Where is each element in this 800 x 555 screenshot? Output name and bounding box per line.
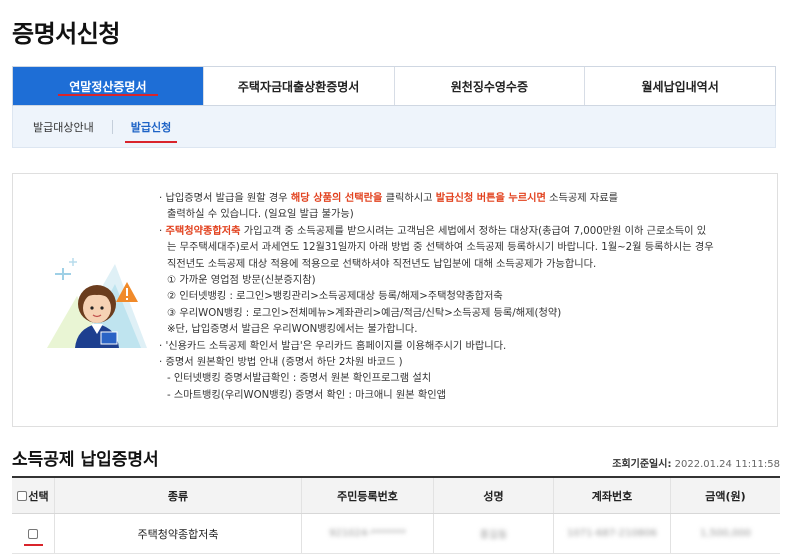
subtab-issue-target-guide[interactable]: 발급대상안내 (33, 119, 94, 135)
header-rrn: 주민등록번호 (301, 478, 433, 513)
notice-line: 직전년도 소득공제 대상 적용에 적용으로 선택하셔야 직전년도 납입분에 대해… (167, 258, 597, 270)
certificate-table: 선택 종류 주민등록번호 성명 계좌번호 금액(원) 주택청약종합저축 9210… (12, 476, 780, 554)
row-checkbox[interactable] (27, 528, 38, 539)
tab-label: 주택자금대출상환증명서 (237, 79, 360, 94)
header-select: 선택 (12, 478, 54, 513)
notice-line: · '신용카드 소득공제 확인서 발급'은 우리카드 홈페이지를 이용해주시기 … (159, 340, 507, 352)
row-rrn: 921024-******* (301, 514, 433, 553)
notice-text-segment: 가입고객 중 소득공제를 받으시려는 고객님은 세법에서 정하는 대상자(총급여… (240, 225, 707, 237)
tab-label: 연말정산증명서 (69, 79, 147, 94)
notice-line: ② 인터넷뱅킹 : 로그인>뱅킹관리>소득공제대상 등록/해제>주택청약종합저축 (167, 291, 503, 303)
active-underline (58, 94, 158, 96)
select-all-checkbox[interactable] (17, 490, 28, 501)
main-tabs: 연말정산증명서 주택자금대출상환증명서 원천징수영수증 월세납입내역서 (12, 66, 776, 106)
row-select (12, 514, 54, 553)
base-date-value: 2022.01.24 11:11:58 (674, 459, 780, 470)
notice-line: · 주택청약종합저축 가입고객 중 소득공제를 받으시려는 고객님은 세법에서 … (159, 224, 769, 240)
header-label: 선택 (28, 489, 49, 503)
subtab-label: 발급신청 (130, 120, 172, 134)
subtab-divider (111, 119, 113, 134)
table-header-row: 선택 종류 주민등록번호 성명 계좌번호 금액(원) (12, 478, 780, 514)
base-date: 조회기준일시: 2022.01.24 11:11:58 (612, 455, 780, 470)
row-name: 홍길동 (433, 514, 553, 553)
table-row: 주택청약종합저축 921024-******* 홍길동 1071-687-210… (12, 514, 780, 554)
row-account: 1071-687-210806 (553, 514, 670, 553)
tab-monthly-rent-statement[interactable]: 월세납입내역서 (584, 67, 775, 105)
header-name: 성명 (433, 478, 553, 513)
notice-line: ※단, 납입증명서 발급은 우리WON뱅킹에서는 불가합니다. (167, 324, 418, 336)
header-account: 계좌번호 (553, 478, 670, 513)
subtab-issue-request[interactable]: 발급신청 (124, 119, 178, 143)
masked-name: 홍길동 (479, 530, 508, 541)
base-date-label: 조회기준일시: (612, 459, 672, 470)
tab-year-end-certificate[interactable]: 연말정산증명서 (13, 67, 203, 105)
notice-line: ③ 우리WON뱅킹 : 로그인>전체메뉴>계좌관리>예금/적금/신탁>소득공제 … (167, 307, 562, 319)
page-title: 증명서신청 (12, 20, 120, 48)
tab-withholding-receipt[interactable]: 원천징수영수증 (393, 67, 585, 105)
checkbox-underline (23, 543, 43, 546)
active-underline (124, 140, 178, 143)
row-checkbox-wrap (23, 528, 43, 546)
header-type: 종류 (54, 478, 301, 513)
header-amount: 금액(원) (670, 478, 780, 513)
tab-label: 원천징수영수증 (450, 79, 529, 94)
notice-line: - 스마트뱅킹(우리WON뱅킹) 증명서 확인 : 마크애니 원본 확인앱 (167, 389, 447, 401)
tab-housing-loan-certificate[interactable]: 주택자금대출상환증명서 (202, 67, 394, 105)
notice-line: 는 무주택세대주)로서 과세연도 12월31일까지 아래 방법 중 선택하여 소… (167, 242, 714, 254)
sub-tabs: 발급대상안내 발급신청 (12, 106, 776, 148)
notice-box: · 납입증명서 발급을 원할 경우 해당 상품의 선택란을 클릭하시고 발급신청… (12, 173, 778, 427)
highlight-product-name: 주택청약종합저축 (165, 225, 241, 237)
notice-text-segment: 소득공제 자료를 (545, 193, 618, 204)
section-title: 소득공제 납입증명서 (12, 450, 159, 470)
highlight-issue-button: 발급신청 버튼을 누르시면 (435, 193, 546, 204)
notice-text-segment: 클릭하시고 (382, 193, 436, 204)
notice-line: ① 가까운 영업점 방문(신분증지참) (167, 275, 316, 287)
notice-text: · 납입증명서 발급을 원할 경우 해당 상품의 선택란을 클릭하시고 발급신청… (159, 191, 769, 404)
consultant-illustration (47, 258, 147, 348)
masked-account: 1071-687-210806 (567, 528, 657, 539)
row-amount: 1,500,000 (670, 514, 780, 553)
notice-line: 출력하실 수 있습니다. (일요일 발급 불가능) (167, 209, 354, 221)
masked-amount: 1,500,000 (700, 528, 751, 539)
row-type: 주택청약종합저축 (54, 514, 301, 553)
tab-label: 월세납입내역서 (641, 79, 719, 94)
notice-line: · 증명서 원본확인 방법 안내 (증명서 하단 2차원 바코드 ) (159, 357, 403, 369)
highlight-select-field: 해당 상품의 선택란을 (290, 193, 383, 204)
notice-line: - 인터넷뱅킹 증명서발급확인 : 증명서 원본 확인프로그램 설치 (167, 373, 432, 385)
notice-line: · 납입증명서 발급을 원할 경우 해당 상품의 선택란을 클릭하시고 발급신청… (159, 191, 769, 207)
masked-rrn: 921024-******* (329, 528, 406, 539)
notice-text-segment: · 납입증명서 발급을 원할 경우 (159, 193, 291, 204)
